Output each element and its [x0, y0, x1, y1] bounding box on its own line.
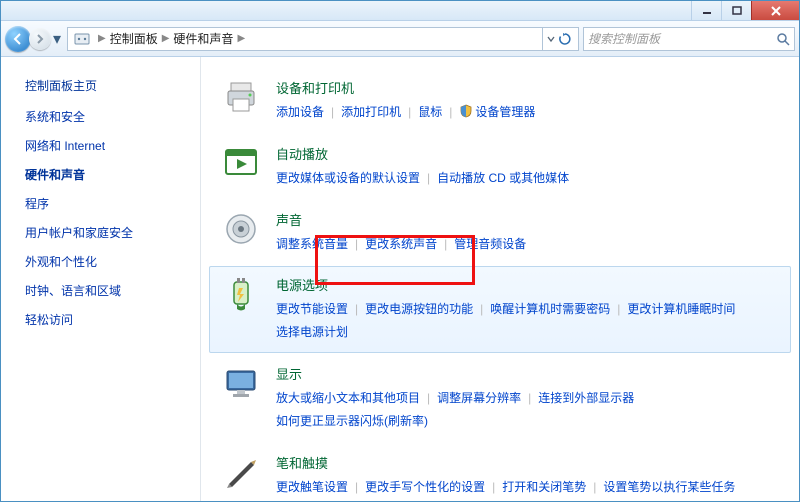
address-bar: ▾ ▶ 控制面板 ▶ 硬件和声音 ▶ [1, 21, 799, 57]
category-power: 电源选项更改节能设置 | 更改电源按钮的功能 | 唤醒计算机时需要密码 | 更改计算机睡眠时… [209, 266, 791, 353]
category-link[interactable]: 管理音频设备 [454, 237, 526, 251]
link-separator: | [617, 302, 620, 316]
chevron-right-icon: ▶ [98, 33, 106, 44]
link-separator: | [444, 237, 447, 251]
sidebar: 控制面板主页 系统和安全网络和 Internet 硬件和声音程序用户帐户和家庭安全… [1, 57, 201, 501]
category-link[interactable]: 鼠标 [418, 105, 442, 119]
link-separator: | [355, 302, 358, 316]
category-link[interactable]: 更改媒体或设备的默认设置 [276, 171, 420, 185]
power-icon [222, 275, 260, 313]
link-separator: | [408, 105, 411, 119]
category-pen: 笔和触摸更改触笔设置 | 更改手写个性化的设置 | 打开和关闭笔势 | 设置笔势以执行某些任… [209, 444, 791, 501]
sidebar-item-7[interactable]: 轻松访问 [25, 311, 188, 328]
category-link[interactable]: 设置笔势以执行某些任务 [603, 480, 735, 494]
crumb-hardware-sound[interactable]: 硬件和声音 [173, 30, 233, 47]
link-separator: | [449, 105, 452, 119]
link-separator: | [355, 237, 358, 251]
category-title[interactable]: 声音 [276, 210, 778, 229]
link-separator: | [427, 171, 430, 185]
arrow-left-icon [11, 32, 25, 46]
sidebar-item-4[interactable]: 用户帐户和家庭安全 [25, 224, 188, 241]
category-link[interactable]: 选择电源计划 [276, 325, 348, 339]
category-link[interactable]: 更改手写个性化的设置 [365, 480, 485, 494]
category-link[interactable]: 更改系统声音 [365, 237, 437, 251]
printer-icon [222, 78, 260, 116]
category-title[interactable]: 设备和打印机 [276, 78, 778, 97]
search-icon [776, 32, 790, 46]
sidebar-item-6[interactable]: 时钟、语言和区域 [25, 282, 188, 299]
sidebar-title[interactable]: 控制面板主页 [25, 77, 188, 94]
sidebar-item-5[interactable]: 外观和个性化 [25, 253, 188, 270]
category-link[interactable]: 调整屏幕分辨率 [437, 391, 521, 405]
minimize-button[interactable] [691, 1, 721, 20]
link-separator: | [480, 302, 483, 316]
nav-forward-button[interactable] [29, 28, 51, 50]
category-link[interactable]: 更改电源按钮的功能 [365, 302, 473, 316]
breadcrumb[interactable]: ▶ 控制面板 ▶ 硬件和声音 ▶ [67, 27, 579, 51]
control-panel-window: ▾ ▶ 控制面板 ▶ 硬件和声音 ▶ 控制面板主页 系统和安全网络和 Inter… [0, 0, 800, 502]
link-separator: | [528, 391, 531, 405]
category-link[interactable]: 如何更正显示器闪烁(刷新率) [276, 414, 428, 428]
chevron-right-icon: ▶ [237, 33, 245, 44]
link-separator: | [331, 105, 334, 119]
refresh-icon[interactable] [558, 32, 572, 46]
category-link[interactable]: 更改计算机睡眠时间 [627, 302, 735, 316]
category-display: 显示放大或缩小文本和其他项目 | 调整屏幕分辨率 | 连接到外部显示器如何更正显示器闪烁… [209, 355, 791, 442]
sidebar-item-1[interactable]: 网络和 Internet [25, 137, 188, 154]
category-link[interactable]: 更改触笔设置 [276, 480, 348, 494]
sidebar-item-0[interactable]: 系统和安全 [25, 108, 188, 125]
category-title[interactable]: 笔和触摸 [276, 453, 778, 472]
close-button[interactable] [751, 1, 799, 20]
category-title[interactable]: 显示 [276, 364, 778, 383]
category-link[interactable]: 添加设备 [276, 105, 324, 119]
sidebar-item-2[interactable]: 硬件和声音 [25, 166, 188, 183]
category-title[interactable]: 自动播放 [276, 144, 778, 163]
nav-back-button[interactable] [5, 26, 31, 52]
category-link[interactable]: 调整系统音量 [276, 237, 348, 251]
link-separator: | [355, 480, 358, 494]
category-sound: 声音调整系统音量 | 更改系统声音 | 管理音频设备 [209, 201, 791, 265]
category-link[interactable]: 放大或缩小文本和其他项目 [276, 391, 420, 405]
search-input[interactable] [588, 32, 776, 46]
category-link[interactable]: 唤醒计算机时需要密码 [490, 302, 610, 316]
chevron-down-icon[interactable] [547, 35, 555, 43]
link-separator: | [593, 480, 596, 494]
sound-icon [222, 210, 260, 248]
pen-icon [222, 453, 260, 491]
display-icon [222, 364, 260, 402]
category-title[interactable]: 电源选项 [276, 275, 778, 294]
category-link[interactable]: 更改节能设置 [276, 302, 348, 316]
search-box[interactable] [583, 27, 795, 51]
shield-icon [459, 104, 473, 118]
category-link[interactable]: 添加打印机 [341, 105, 401, 119]
content-pane[interactable]: 设备和打印机添加设备 | 添加打印机 | 鼠标 | 设备管理器自动播放更改媒体或设备的默认设… [201, 57, 799, 501]
control-panel-icon [74, 31, 90, 47]
chevron-right-icon: ▶ [162, 33, 170, 44]
category-link[interactable]: 打开和关闭笔势 [502, 480, 586, 494]
category-printer: 设备和打印机添加设备 | 添加打印机 | 鼠标 | 设备管理器 [209, 69, 791, 133]
maximize-button[interactable] [721, 1, 751, 20]
category-link[interactable]: 自动播放 CD 或其他媒体 [437, 171, 569, 185]
title-bar [1, 1, 799, 21]
nav-history-dropdown[interactable]: ▾ [51, 29, 63, 49]
sidebar-item-3[interactable]: 程序 [25, 195, 188, 212]
link-separator: | [492, 480, 495, 494]
link-separator: | [427, 391, 430, 405]
autoplay-icon [222, 144, 260, 182]
crumb-control-panel[interactable]: 控制面板 [110, 30, 158, 47]
category-link[interactable]: 设备管理器 [459, 105, 535, 119]
arrow-right-icon [34, 33, 46, 45]
category-autoplay: 自动播放更改媒体或设备的默认设置 | 自动播放 CD 或其他媒体 [209, 135, 791, 199]
category-link[interactable]: 连接到外部显示器 [538, 391, 634, 405]
